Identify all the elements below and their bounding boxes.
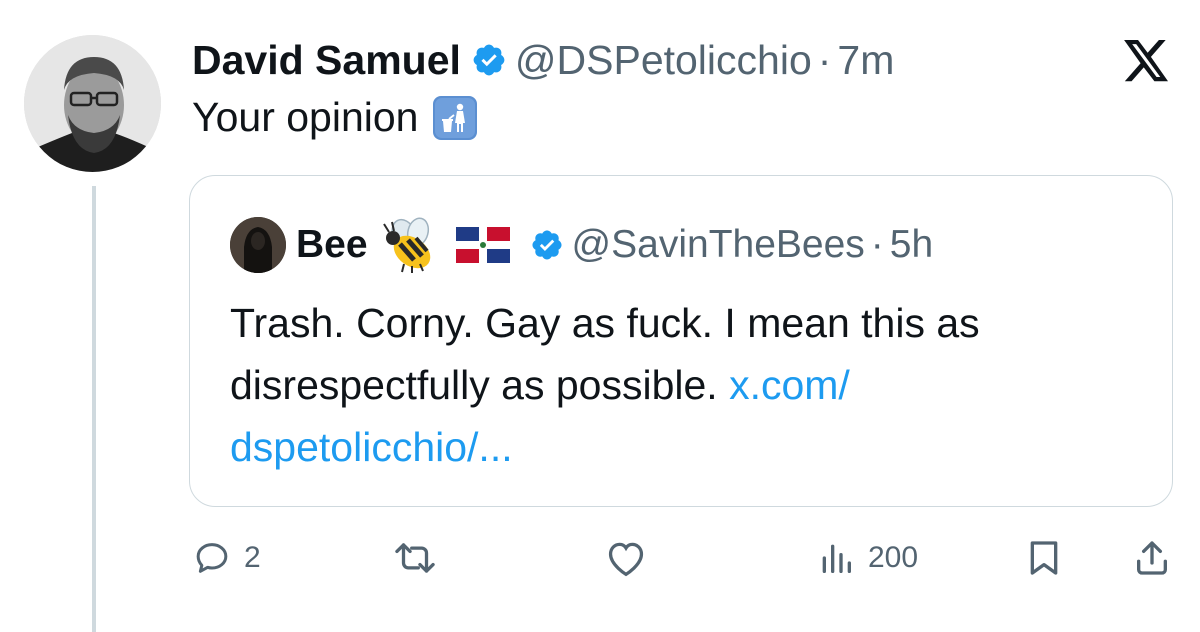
- quoted-tweet-card[interactable]: Bee @SavinTheBees · 5h Trash. Corny. Gay…: [189, 175, 1173, 507]
- quoted-tweet-header: Bee @SavinTheBees · 5h: [230, 216, 933, 274]
- reply-icon: [196, 543, 228, 573]
- bookmark-icon: [1030, 541, 1058, 575]
- quoted-timestamp[interactable]: 5h: [890, 223, 933, 267]
- tweet-text: Your opinion: [192, 94, 478, 141]
- reply-button[interactable]: 2: [192, 528, 261, 588]
- verified-badge-icon[interactable]: [471, 42, 507, 78]
- quoted-author-handle[interactable]: @SavinTheBees: [572, 223, 865, 267]
- share-icon: [1137, 541, 1167, 575]
- reply-count: 2: [244, 541, 261, 574]
- action-bar: 2 200: [0, 528, 1200, 588]
- avatar[interactable]: [24, 35, 161, 172]
- quoted-tweet-text-content: Trash. Corny. Gay as fuck. I mean this a…: [230, 300, 980, 408]
- put-litter-in-its-place-icon: [432, 95, 478, 141]
- timestamp[interactable]: 7m: [837, 37, 894, 84]
- quoted-author-name[interactable]: Bee: [296, 223, 368, 267]
- tweet-header: David Samuel @DSPetolicchio · 7m: [192, 30, 894, 90]
- views-chart-icon: [822, 544, 851, 573]
- honeybee-icon: [380, 216, 440, 274]
- views-count: 200: [868, 541, 919, 574]
- views-button[interactable]: 200: [816, 528, 918, 588]
- quoted-separator-dot: ·: [870, 223, 884, 266]
- quoted-author-avatar[interactable]: [230, 217, 286, 273]
- quoted-tweet-link-line-1[interactable]: x.com/: [729, 362, 850, 408]
- like-button[interactable]: [604, 528, 660, 588]
- bookmark-button[interactable]: [1024, 528, 1064, 588]
- tweet-text-content: Your opinion: [192, 94, 419, 140]
- author-handle[interactable]: @DSPetolicchio: [515, 37, 812, 84]
- author-name[interactable]: David Samuel: [192, 37, 461, 84]
- quoted-verified-badge-icon[interactable]: [530, 228, 564, 262]
- x-logo-icon[interactable]: [1124, 40, 1170, 82]
- quoted-tweet-link-line-2[interactable]: dspetolicchio/...: [230, 424, 513, 470]
- retweet-button[interactable]: [392, 528, 450, 588]
- separator-dot: ·: [817, 36, 832, 83]
- dominican-republic-flag-icon: [455, 227, 510, 263]
- retweet-icon: [395, 543, 435, 573]
- share-button[interactable]: [1132, 528, 1172, 588]
- heart-icon: [608, 542, 644, 577]
- quoted-tweet-text: Trash. Corny. Gay as fuck. I mean this a…: [230, 292, 1130, 478]
